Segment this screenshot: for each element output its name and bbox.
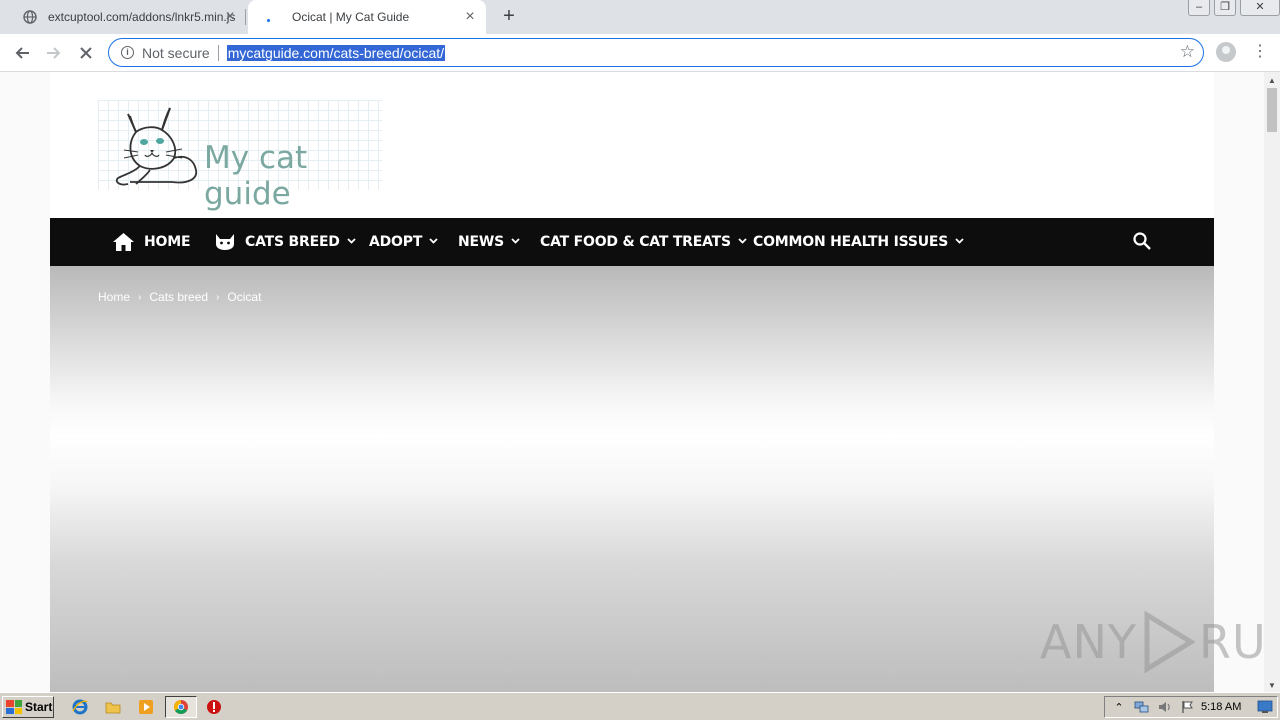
close-tab-icon[interactable]: × [462,9,478,25]
tab-ocicat[interactable]: Ocicat | My Cat Guide × [248,0,486,34]
nav-label: ADOPT [369,234,423,250]
windows-logo-icon [6,700,22,714]
browser-toolbar: i Not secure mycatguide.com/cats-breed/o… [0,34,1280,72]
chevron-down-icon [429,237,438,247]
breadcrumb-separator-icon: › [216,291,220,303]
nav-label: HOME [144,234,191,250]
close-tab-icon[interactable]: × [222,9,238,25]
browser-tab-strip: extcuptool.com/addons/lnkr5.min.js × Oci… [0,0,1280,34]
tab-separator [245,9,246,25]
breadcrumb-separator-icon: › [138,291,142,303]
security-label: Not secure [142,44,210,61]
tab-extcuptool[interactable]: extcuptool.com/addons/lnkr5.min.js × [0,0,246,34]
search-icon[interactable] [1132,231,1154,253]
nav-item-health-issues[interactable]: COMMON HEALTH ISSUES [753,218,964,266]
chevron-down-icon [738,237,747,247]
nav-label: CATS BREED [245,234,340,250]
loading-icon [260,9,276,25]
scrollbar-thumb[interactable] [1267,88,1277,132]
watermark-right: RUN [1198,615,1264,669]
cat-logo-icon [115,107,198,186]
watermark-left: ANY [1040,615,1137,669]
network-icon[interactable] [1133,699,1151,715]
file-explorer-icon[interactable] [104,698,122,716]
breadcrumb-home[interactable]: Home [98,290,130,304]
menu-kebab-icon[interactable]: ⋮ [1252,42,1268,62]
window-controls: – ❐ ✕ [1184,0,1280,18]
play-logo-icon [1144,611,1195,673]
start-button[interactable]: Start [2,696,54,718]
opera-stop-icon[interactable] [205,698,223,716]
scroll-down-icon[interactable]: ▼ [1268,681,1276,690]
url-text[interactable]: mycatguide.com/cats-breed/ocicat/ [226,44,446,61]
chevron-down-icon [347,237,356,247]
nav-label: NEWS [458,234,505,250]
system-tray: ⌃ 5:18 AM [1104,696,1278,718]
page-scrollbar[interactable]: ▲ ▼ [1264,72,1280,692]
new-tab-button[interactable]: + [499,6,519,27]
tab-title: Ocicat | My Cat Guide [292,10,410,24]
minimize-button[interactable]: – [1188,0,1210,16]
close-window-button[interactable]: ✕ [1240,0,1280,16]
anyrun-watermark: ANY RUN [1040,611,1264,673]
site-container: My cat guide HOME CATS BREED ADOPT NEWS … [50,72,1214,692]
globe-icon [22,9,38,25]
info-icon[interactable]: i [121,46,134,59]
main-navigation: HOME CATS BREED ADOPT NEWS CAT FOOD & CA… [50,218,1214,266]
omnibox-divider [217,44,219,61]
nav-item-cat-food[interactable]: CAT FOOD & CAT TREATS [540,218,747,266]
chrome-icon [174,700,188,714]
bookmark-star-icon[interactable]: ☆ [1180,42,1195,62]
nav-item-cats-breed[interactable]: CATS BREED [214,218,356,266]
nav-item-adopt[interactable]: ADOPT [369,218,438,266]
nav-item-home[interactable]: HOME [112,218,191,266]
forward-button[interactable] [42,41,66,65]
windows-taskbar: Start ⌃ 5:18 AM [0,692,1280,720]
breadcrumb: Home › Cats breed › Ocicat [98,290,261,304]
show-desktop-icon[interactable] [1257,700,1273,717]
home-icon [112,232,135,252]
profile-avatar[interactable] [1216,42,1236,62]
page-viewport: My cat guide HOME CATS BREED ADOPT NEWS … [0,72,1264,692]
start-label: Start [25,700,53,714]
volume-icon[interactable] [1156,699,1174,715]
media-player-icon[interactable] [137,698,155,716]
internet-explorer-icon[interactable] [71,698,89,716]
scroll-up-icon[interactable]: ▲ [1268,76,1276,85]
site-logo[interactable]: My cat guide [98,100,382,212]
cat-icon [214,233,236,251]
nav-label: CAT FOOD & CAT TREATS [540,234,731,250]
back-button[interactable] [10,41,34,65]
tab-title: extcuptool.com/addons/lnkr5.min.js [48,10,236,24]
breadcrumb-cats-breed[interactable]: Cats breed [149,290,208,304]
taskbar-clock[interactable]: 5:18 AM [1201,701,1241,713]
chevron-down-icon [955,237,964,247]
tray-expand-icon[interactable]: ⌃ [1110,699,1128,715]
logo-text: My cat guide [204,140,308,212]
breadcrumb-current: Ocicat [227,290,262,304]
action-center-flag-icon[interactable] [1179,699,1197,715]
nav-item-news[interactable]: NEWS [458,218,520,266]
chrome-taskbar-button[interactable] [165,696,197,718]
stop-loading-button[interactable] [74,41,98,65]
restore-button[interactable]: ❐ [1214,0,1236,16]
chevron-down-icon [511,237,520,247]
nav-label: COMMON HEALTH ISSUES [753,234,949,250]
address-bar[interactable]: i Not secure mycatguide.com/cats-breed/o… [108,38,1204,67]
